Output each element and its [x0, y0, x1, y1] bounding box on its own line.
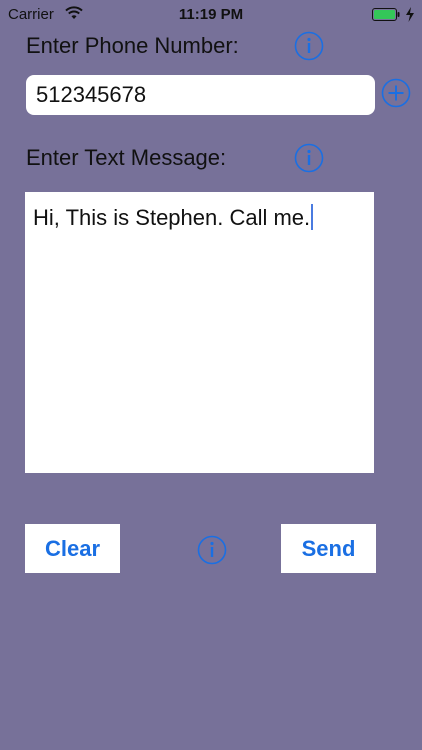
- battery-icon: [372, 8, 400, 21]
- help-info-icon[interactable]: [197, 535, 227, 565]
- message-text: Hi, This is Stephen. Call me.: [33, 205, 311, 230]
- phone-number-field[interactable]: 512345678: [26, 75, 375, 115]
- text-message-label: Enter Text Message:: [26, 145, 227, 170]
- text-message-field[interactable]: Hi, This is Stephen. Call me.: [25, 192, 374, 473]
- status-bar: Carrier 11:19 PM: [0, 0, 422, 30]
- text-cursor: [311, 204, 314, 230]
- send-button[interactable]: Send: [281, 524, 376, 573]
- phone-number-label: Enter Phone Number:: [26, 33, 239, 58]
- message-info-icon[interactable]: [294, 143, 324, 173]
- charging-icon: [406, 7, 414, 22]
- status-time: 11:19 PM: [178, 6, 244, 23]
- clear-button[interactable]: Clear: [25, 524, 120, 573]
- phone-info-icon[interactable]: [294, 31, 324, 61]
- add-contact-icon[interactable]: [381, 78, 411, 108]
